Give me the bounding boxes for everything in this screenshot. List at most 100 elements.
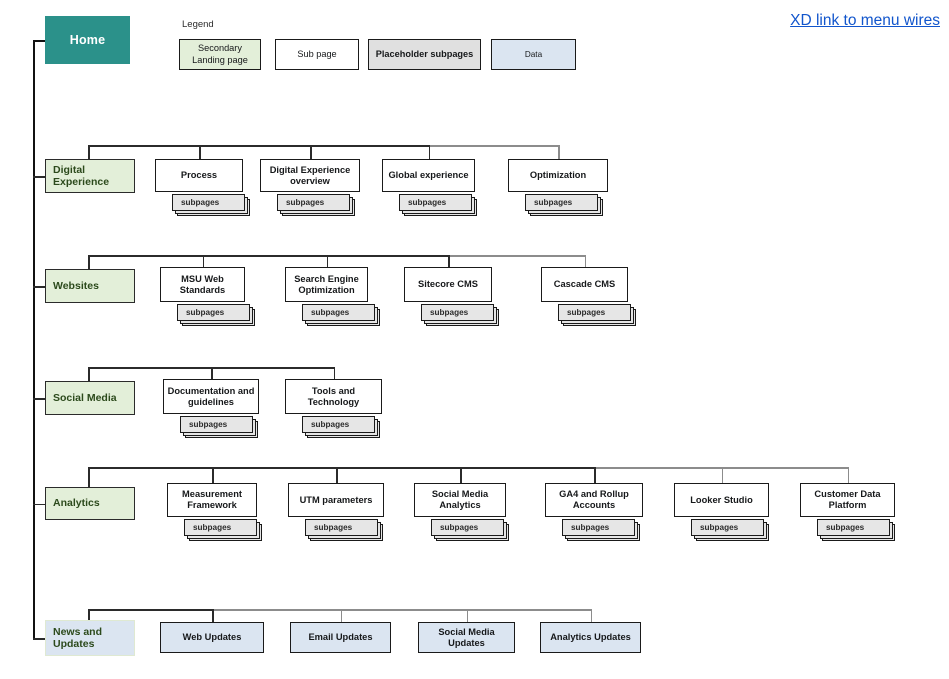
subpages-label: subpages [562, 519, 635, 536]
child-node-4-1[interactable]: Measurement Framework [167, 483, 257, 517]
section-node-3[interactable]: Social Media [45, 381, 135, 415]
subpages-stack-4-5[interactable]: subpages [691, 519, 770, 542]
subpages-label: subpages [184, 519, 257, 536]
child-node-5-4[interactable]: Analytics Updates [540, 622, 641, 653]
child-label: Search Engine Optimization [294, 273, 359, 295]
subpages-stack-4-4[interactable]: subpages [562, 519, 641, 542]
section-node-1[interactable]: Digital Experience [45, 159, 135, 193]
child-drop-5-2 [340, 609, 343, 622]
subpages-stack-2-2[interactable]: subpages [302, 304, 381, 327]
child-drop-4-4 [594, 467, 596, 483]
child-node-4-3[interactable]: Social Media Analytics [414, 483, 506, 517]
child-node-4-4[interactable]: GA4 and Rollup Accounts [545, 483, 643, 517]
subpages-label: subpages [421, 304, 494, 321]
bus-line-gray-5 [212, 609, 591, 612]
child-drop-1-2 [310, 145, 312, 159]
child-node-5-3[interactable]: Social Media Updates [418, 622, 515, 653]
child-label: Sitecore CMS [418, 279, 478, 290]
section-riser-4 [88, 467, 90, 487]
subpages-label: subpages [399, 194, 472, 211]
child-drop-1-4 [558, 145, 560, 159]
child-drop-5-3 [466, 609, 469, 622]
subpages-stack-1-3[interactable]: subpages [399, 194, 478, 217]
child-node-2-3[interactable]: Sitecore CMS [404, 267, 492, 302]
subpages-stack-4-3[interactable]: subpages [431, 519, 510, 542]
child-drop-1-1 [199, 145, 201, 159]
child-label: UTM parameters [299, 494, 373, 505]
section-label: Analytics [53, 497, 100, 510]
section-connector-2 [33, 286, 45, 288]
child-node-4-6[interactable]: Customer Data Platform [800, 483, 895, 517]
child-label: Looker Studio [690, 494, 753, 505]
child-node-5-2[interactable]: Email Updates [290, 622, 391, 653]
section-label: News and Updates [53, 625, 103, 650]
trunk-line [33, 40, 35, 638]
child-label: Tools and Technology [307, 385, 360, 407]
child-node-2-1[interactable]: MSU Web Standards [160, 267, 245, 302]
child-label: Digital Experience overview [269, 164, 351, 186]
child-drop-4-2 [336, 467, 338, 483]
home-connector [33, 40, 45, 42]
subpages-label: subpages [305, 519, 378, 536]
child-drop-3-1 [211, 367, 213, 379]
child-node-1-1[interactable]: Process [155, 159, 243, 192]
child-label: Customer Data Platform [814, 489, 881, 510]
child-node-3-1[interactable]: Documentation and guidelines [163, 379, 259, 414]
section-label: Social Media [53, 391, 117, 404]
subpages-label: subpages [302, 416, 375, 433]
subpages-stack-3-1[interactable]: subpages [180, 416, 259, 439]
subpages-label: subpages [558, 304, 631, 321]
subpages-stack-1-2[interactable]: subpages [277, 194, 356, 217]
child-node-5-1[interactable]: Web Updates [160, 622, 264, 653]
child-label: GA4 and Rollup Accounts [559, 489, 629, 510]
subpages-label: subpages [817, 519, 890, 536]
child-node-1-4[interactable]: Optimization [508, 159, 608, 192]
subpages-stack-2-3[interactable]: subpages [421, 304, 500, 327]
section-node-2[interactable]: Websites [45, 269, 135, 303]
bus-line-dark-5 [88, 609, 212, 612]
subpages-stack-4-1[interactable]: subpages [184, 519, 263, 542]
child-label: Social Media Analytics [431, 489, 489, 510]
subpages-stack-4-6[interactable]: subpages [817, 519, 896, 542]
home-node[interactable]: Home [45, 16, 130, 64]
section-node-4[interactable]: Analytics [45, 487, 135, 520]
child-drop-2-3 [448, 255, 450, 267]
bus-line-dark-1 [88, 145, 429, 148]
child-drop-2-2 [326, 255, 329, 267]
child-drop-2-1 [202, 255, 205, 267]
child-drop-4-6 [847, 467, 850, 483]
legend-item-3: Placeholder subpages [368, 39, 481, 70]
child-node-4-2[interactable]: UTM parameters [288, 483, 384, 517]
subpages-label: subpages [172, 194, 245, 211]
subpages-label: subpages [525, 194, 598, 211]
section-connector-4 [33, 503, 45, 506]
subpages-stack-2-1[interactable]: subpages [177, 304, 256, 327]
child-node-1-2[interactable]: Digital Experience overview [260, 159, 360, 192]
subpages-stack-2-4[interactable]: subpages [558, 304, 637, 327]
child-label: Optimization [529, 170, 587, 181]
child-node-2-4[interactable]: Cascade CMS [541, 267, 628, 302]
bus-line-gray-1 [428, 145, 558, 148]
child-label: MSU Web Standards [179, 273, 226, 295]
subpages-stack-4-2[interactable]: subpages [305, 519, 384, 542]
child-drop-2-4 [584, 255, 587, 267]
child-drop-3-2 [333, 367, 336, 379]
bus-line-gray-2 [448, 255, 585, 258]
child-node-1-3[interactable]: Global experience [382, 159, 475, 192]
child-node-2-2[interactable]: Search Engine Optimization [285, 267, 368, 302]
legend-item-4: Data [491, 39, 576, 70]
legend-item-1: Secondary Landing page [179, 39, 261, 70]
child-drop-4-3 [460, 467, 462, 483]
subpages-stack-1-1[interactable]: subpages [172, 194, 251, 217]
section-node-5[interactable]: News and Updates [45, 620, 135, 656]
subpages-stack-3-2[interactable]: subpages [302, 416, 381, 439]
child-label: Measurement Framework [182, 489, 242, 510]
subpages-stack-1-4[interactable]: subpages [525, 194, 604, 217]
child-drop-4-1 [212, 467, 214, 483]
child-node-3-2[interactable]: Tools and Technology [285, 379, 382, 414]
xd-link[interactable]: XD link to menu wires [790, 12, 940, 30]
sitemap-canvas: XD link to menu wires Legend Secondary La… [0, 0, 949, 679]
child-node-4-5[interactable]: Looker Studio [674, 483, 769, 517]
subpages-label: subpages [277, 194, 350, 211]
child-label: Email Updates [308, 632, 373, 643]
